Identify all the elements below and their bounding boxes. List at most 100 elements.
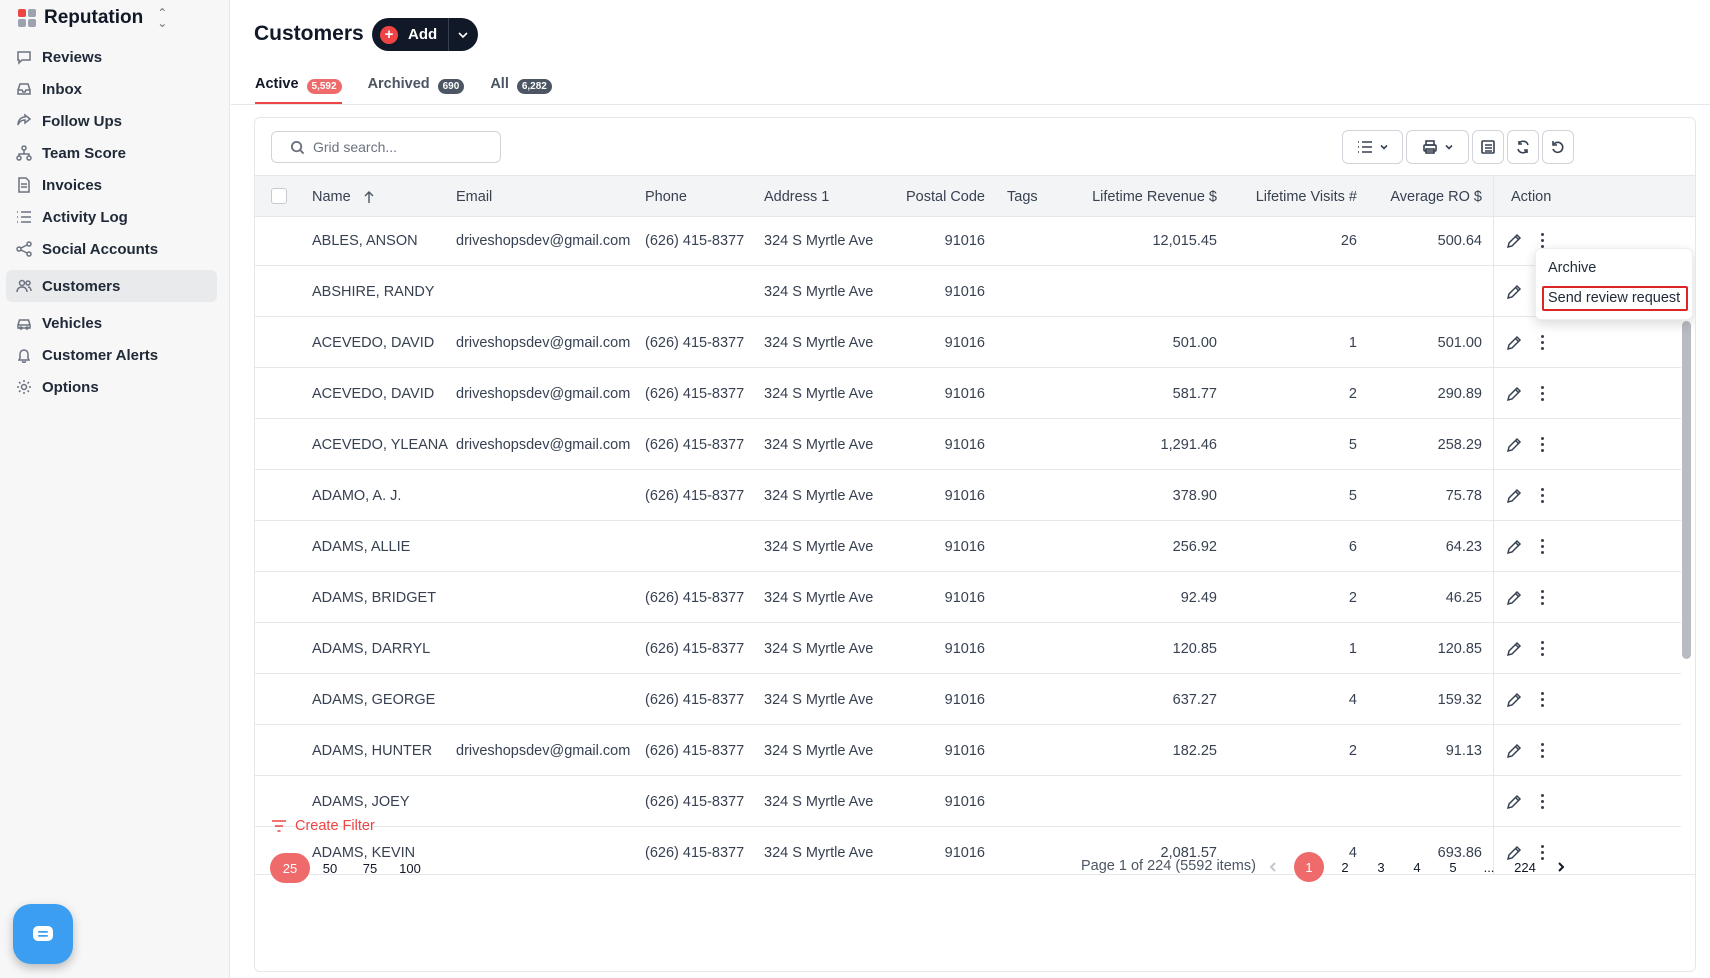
edit-pencil-icon[interactable] [1505, 385, 1523, 403]
chat-launcher-button[interactable] [13, 904, 73, 964]
table-row[interactable]: ACEVEDO, DAVID driveshopsdev@gmail.com (… [255, 368, 1681, 419]
sidebar-item-follow-ups[interactable]: Follow Ups [6, 105, 217, 137]
page-button[interactable]: 224 [1507, 852, 1543, 882]
table-row[interactable]: ABSHIRE, RANDY 324 S Myrtle Ave 91016 [255, 266, 1681, 317]
more-vertical-icon[interactable] [1535, 334, 1549, 352]
column-header-phone[interactable]: Phone [645, 176, 687, 218]
page-button[interactable]: 5 [1435, 852, 1471, 882]
sidebar-item-invoices[interactable]: Invoices [6, 169, 217, 201]
table-row[interactable]: ADAMS, GEORGE (626) 415-8377 324 S Myrtl… [255, 674, 1681, 725]
add-customer-button[interactable]: + Add [372, 18, 478, 51]
table-row[interactable]: ABLES, ANSON driveshopsdev@gmail.com (62… [255, 218, 1681, 266]
edit-pencil-icon[interactable] [1505, 232, 1523, 250]
create-filter-button[interactable]: Create Filter [271, 818, 375, 834]
table-row[interactable]: ADAMS, DARRYL (626) 415-8377 324 S Myrtl… [255, 623, 1681, 674]
cell-average-ro: 75.78 [1445, 487, 1482, 504]
sidebar-item-social-accounts[interactable]: Social Accounts [6, 233, 217, 265]
page-size-option[interactable]: 75 [350, 853, 390, 883]
more-vertical-icon[interactable] [1535, 232, 1549, 250]
brand-switcher[interactable]: Reputation ⌃ ⌄ [18, 6, 167, 30]
column-header-average-ro[interactable]: Average RO $ [1365, 176, 1482, 218]
grid-search[interactable] [271, 131, 501, 163]
sidebar-nav: Reviews Inbox Follow Ups Team Score Invo… [6, 41, 217, 403]
page-button[interactable]: 3 [1363, 852, 1399, 882]
sidebar-item-customer-alerts[interactable]: Customer Alerts [6, 339, 217, 371]
more-vertical-icon[interactable] [1535, 793, 1549, 811]
cell-lifetime-visits: 4 [1348, 691, 1357, 708]
page-size-option[interactable]: 100 [390, 853, 430, 883]
tab-all[interactable]: All 6,282 [490, 72, 552, 104]
sidebar-item-options[interactable]: Options [6, 371, 217, 403]
column-header-postal-code[interactable]: Postal Code [875, 176, 985, 218]
column-header-lifetime-revenue[interactable]: Lifetime Revenue $ [1055, 176, 1217, 218]
next-page-button[interactable] [1543, 852, 1579, 882]
edit-pencil-icon[interactable] [1505, 742, 1523, 760]
edit-pencil-icon[interactable] [1505, 334, 1523, 352]
cell-lifetime-revenue: 182.25 [1172, 742, 1217, 759]
edit-pencil-icon[interactable] [1505, 283, 1523, 301]
sidebar-item-team-score[interactable]: Team Score [6, 137, 217, 169]
chevron-down-icon[interactable] [456, 28, 470, 42]
edit-pencil-icon[interactable] [1505, 436, 1523, 454]
edit-pencil-icon[interactable] [1505, 640, 1523, 658]
archive-menu-item[interactable]: Archive [1548, 260, 1596, 276]
cell-lifetime-revenue: 120.85 [1172, 640, 1217, 657]
more-vertical-icon[interactable] [1535, 385, 1549, 403]
column-header-address[interactable]: Address 1 [764, 176, 829, 218]
more-vertical-icon[interactable] [1535, 640, 1549, 658]
table-row[interactable]: ADAMO, A. J. (626) 415-8377 324 S Myrtle… [255, 470, 1681, 521]
table-row[interactable]: ADAMS, HUNTER driveshopsdev@gmail.com (6… [255, 725, 1681, 776]
table-row[interactable]: ADAMS, JOEY (626) 415-8377 324 S Myrtle … [255, 776, 1681, 827]
page-size-option[interactable]: 25 [270, 853, 310, 883]
more-vertical-icon[interactable] [1535, 436, 1549, 454]
column-header-lifetime-visits[interactable]: Lifetime Visits # [1235, 176, 1357, 218]
more-vertical-icon[interactable] [1535, 487, 1549, 505]
more-vertical-icon[interactable] [1535, 538, 1549, 556]
sidebar-item-reviews[interactable]: Reviews [6, 41, 217, 73]
cell-address: 324 S Myrtle Ave [764, 844, 874, 861]
sidebar-item-label: Social Accounts [42, 240, 159, 258]
column-header-name[interactable]: Name [312, 176, 375, 218]
sidebar-item-activity-log[interactable]: Activity Log [6, 201, 217, 233]
export-button[interactable] [1406, 130, 1469, 164]
grid-scrollbar[interactable] [1682, 321, 1691, 659]
prev-page-button[interactable] [1255, 852, 1291, 882]
sidebar-item-vehicles[interactable]: Vehicles [6, 307, 217, 339]
tab-active[interactable]: Active 5,592 [255, 72, 342, 104]
send-review-request-menu-item[interactable]: Send review request [1548, 290, 1680, 306]
table-row[interactable]: ADAMS, BRIDGET (626) 415-8377 324 S Myrt… [255, 572, 1681, 623]
reset-button[interactable] [1542, 130, 1574, 164]
column-header-tags[interactable]: Tags [1007, 176, 1038, 218]
sidebar-item-label: Follow Ups [42, 112, 122, 130]
table-row[interactable]: ACEVEDO, DAVID driveshopsdev@gmail.com (… [255, 317, 1681, 368]
page-button[interactable]: 1 [1291, 852, 1327, 882]
cell-postal-code: 91016 [944, 742, 985, 759]
edit-pencil-icon[interactable] [1505, 538, 1523, 556]
page-button[interactable]: 4 [1399, 852, 1435, 882]
more-vertical-icon[interactable] [1535, 691, 1549, 709]
edit-pencil-icon[interactable] [1505, 793, 1523, 811]
sidebar-item-inbox[interactable]: Inbox [6, 73, 217, 105]
layout-button[interactable] [1472, 130, 1504, 164]
edit-pencil-icon[interactable] [1505, 487, 1523, 505]
edit-pencil-icon[interactable] [1505, 691, 1523, 709]
more-vertical-icon[interactable] [1535, 589, 1549, 607]
column-chooser-button[interactable] [1342, 130, 1403, 164]
tab-archived[interactable]: Archived 690 [368, 72, 465, 104]
column-header-email[interactable]: Email [456, 176, 492, 218]
cell-name: ACEVEDO, DAVID [312, 385, 435, 402]
table-row[interactable]: ADAMS, ALLIE 324 S Myrtle Ave 91016 256.… [255, 521, 1681, 572]
grid-search-input[interactable] [313, 139, 493, 155]
page-button[interactable]: 2 [1327, 852, 1363, 882]
sidebar-item-customers[interactable]: Customers [6, 270, 217, 302]
edit-pencil-icon[interactable] [1505, 589, 1523, 607]
cell-average-ro [1365, 776, 1482, 827]
more-vertical-icon[interactable] [1535, 742, 1549, 760]
cell-lifetime-revenue: 637.27 [1172, 691, 1217, 708]
page-size-option[interactable]: 50 [310, 853, 350, 883]
table-row[interactable]: ACEVEDO, YLEANA driveshopsdev@gmail.com … [255, 419, 1681, 470]
page-number: 5 [1449, 859, 1457, 875]
select-all-checkbox[interactable] [271, 188, 287, 204]
cell-name: ADAMS, DARRYL [312, 640, 431, 657]
refresh-button[interactable] [1507, 130, 1539, 164]
